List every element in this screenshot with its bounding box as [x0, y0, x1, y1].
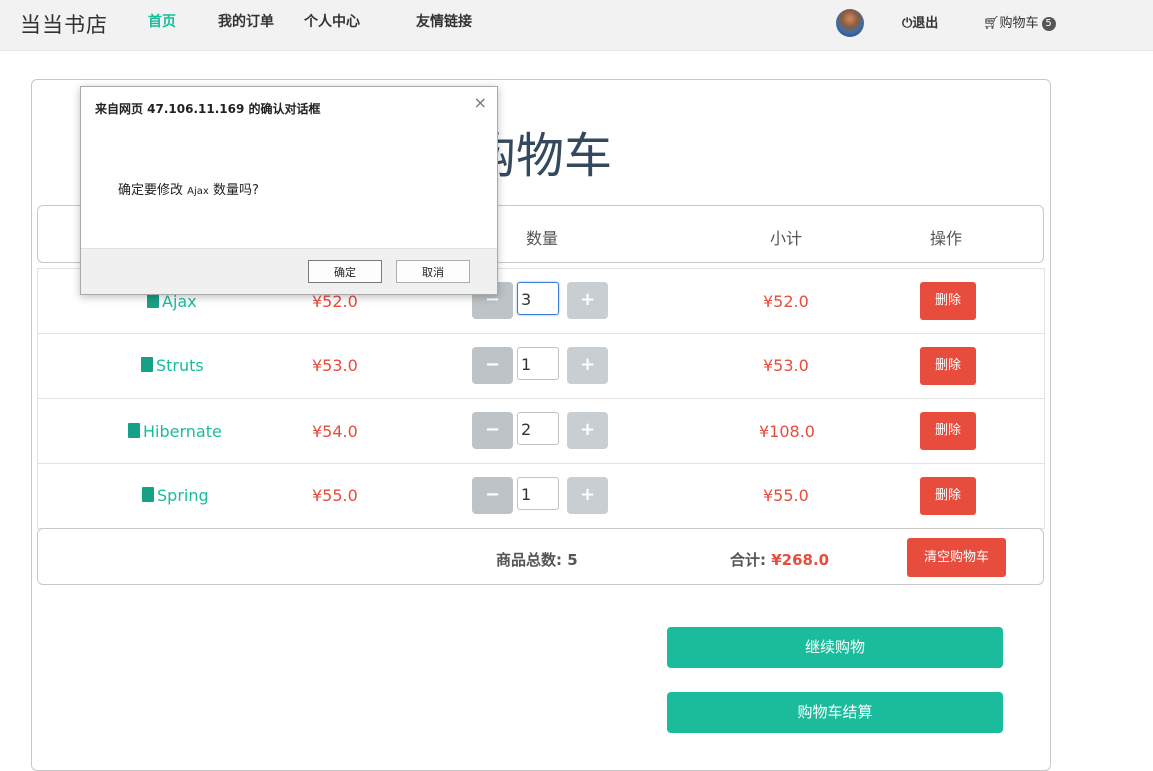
nav-profile[interactable]: 个人中心 [304, 11, 360, 31]
row-subtotal: ¥108.0 [759, 422, 815, 441]
book-link[interactable]: Hibernate [128, 422, 222, 441]
continue-shopping-button[interactable]: 继续购物 [667, 627, 1003, 668]
delete-button[interactable]: 删除 [920, 477, 976, 515]
header-action: 操作 [930, 229, 963, 248]
book-icon [147, 293, 159, 308]
quantity-input[interactable]: 2 [517, 412, 559, 445]
decrease-qty-button[interactable]: − [472, 347, 513, 384]
row-subtotal: ¥55.0 [763, 486, 809, 505]
dialog-message: 确定要修改 Ajax 数量吗? [118, 183, 259, 198]
increase-qty-button[interactable]: + [567, 282, 608, 319]
top-navbar: 当当书店 首页 我的订单 个人中心 友情链接 ⏻退出 🛒︎购物车 5 [0, 0, 1153, 51]
unit-price: ¥53.0 [312, 356, 358, 375]
dialog-title: 来自网页 47.106.11.169 的确认对话框 [95, 102, 321, 116]
logout-link[interactable]: ⏻退出 [902, 12, 938, 31]
close-icon[interactable]: × [474, 93, 487, 112]
logout-label: 退出 [912, 16, 939, 31]
nav-home[interactable]: 首页 [148, 11, 176, 31]
delete-button[interactable]: 删除 [920, 412, 976, 450]
increase-qty-button[interactable]: + [567, 477, 608, 514]
nav-my-orders[interactable]: 我的订单 [218, 11, 274, 31]
checkout-button[interactable]: 购物车结算 [667, 692, 1003, 733]
quantity-input[interactable]: 3 [517, 282, 559, 315]
total-count: 商品总数: 5 [496, 551, 578, 569]
nav-friend-links[interactable]: 友情链接 [416, 11, 472, 31]
increase-qty-button[interactable]: + [567, 347, 608, 384]
row-subtotal: ¥52.0 [763, 292, 809, 311]
clear-cart-button[interactable]: 清空购物车 [907, 538, 1006, 577]
quantity-input[interactable]: 1 [517, 477, 559, 510]
cancel-button[interactable]: 取消 [396, 260, 470, 283]
dialog-footer: 确定 取消 [81, 248, 497, 294]
decrease-qty-button[interactable]: − [472, 477, 513, 514]
cart-icon: 🛒︎ [983, 16, 1000, 31]
brand-logo[interactable]: 当当书店 [20, 9, 108, 39]
avatar[interactable] [836, 9, 864, 37]
delete-button[interactable]: 删除 [920, 347, 976, 385]
cart-link[interactable]: 🛒︎购物车 5 [983, 12, 1056, 31]
cart-count-badge: 5 [1041, 17, 1056, 31]
ok-button[interactable]: 确定 [308, 260, 382, 283]
quantity-input[interactable]: 1 [517, 347, 559, 380]
header-qty: 数量 [526, 229, 559, 248]
total-sum: 合计: ¥268.0 [730, 551, 830, 569]
book-icon [141, 357, 153, 372]
book-link[interactable]: Spring [142, 486, 209, 505]
header-subtotal: 小计 [770, 229, 803, 248]
power-icon: ⏻ [902, 16, 913, 31]
book-link[interactable]: Struts [141, 356, 204, 375]
unit-price: ¥55.0 [312, 486, 358, 505]
confirm-dialog: 来自网页 47.106.11.169 的确认对话框 × 确定要修改 Ajax 数… [80, 86, 498, 295]
book-icon [128, 423, 140, 438]
delete-button[interactable]: 删除 [920, 282, 976, 320]
unit-price: ¥54.0 [312, 422, 358, 441]
row-subtotal: ¥53.0 [763, 356, 809, 375]
increase-qty-button[interactable]: + [567, 412, 608, 449]
cart-label: 购物车 [999, 16, 1039, 31]
decrease-qty-button[interactable]: − [472, 412, 513, 449]
book-icon [142, 487, 154, 502]
